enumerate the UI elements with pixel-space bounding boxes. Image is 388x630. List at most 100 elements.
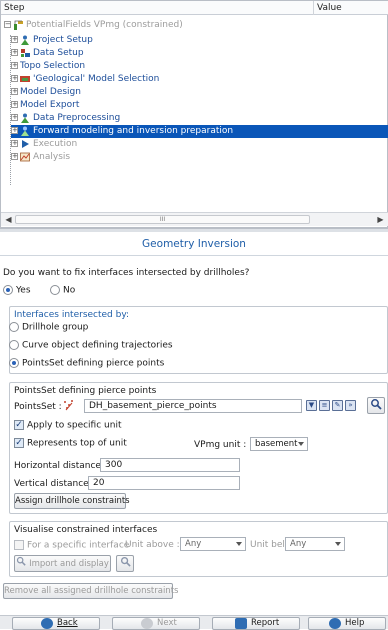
workflow-tree[interactable]: Step Value − PotentialFields VPmg (const…	[0, 0, 388, 228]
tree-item-label: Execution	[33, 139, 78, 149]
tree-root[interactable]: − PotentialFields VPmg (constrained)	[4, 19, 183, 32]
vpmg-unit-value: basement	[255, 439, 298, 449]
next-button[interactable]: Next	[112, 617, 200, 630]
next-arrow-icon	[141, 618, 153, 629]
scroll-thumb-grip: III	[159, 216, 166, 223]
unit-above-label: Unit above :	[125, 540, 180, 550]
help-button[interactable]: Help	[308, 617, 386, 630]
unit-below-value: Any	[290, 539, 307, 549]
specific-interface-checkbox[interactable]: For a specific interface	[14, 540, 129, 551]
tree-root-label: PotentialFields VPmg (constrained)	[26, 20, 183, 30]
pointsset-field[interactable]: DH_basement_pierce_points	[84, 399, 302, 413]
horizontal-distance-field[interactable]: 300	[100, 458, 240, 472]
checkbox-checked-icon: ✓	[14, 438, 24, 448]
top-label: Represents top of unit	[27, 438, 127, 449]
scroll-thumb[interactable]: III	[15, 215, 310, 224]
tree-item-analysis[interactable]: + Analysis	[11, 151, 70, 164]
title-divider	[0, 255, 388, 256]
assign-constraints-button[interactable]: Assign drillhole constraints	[14, 493, 130, 509]
expand-icon[interactable]: +	[11, 127, 18, 134]
fix-interfaces-question: Do you want to fix interfaces intersecte…	[3, 268, 250, 278]
next-label: Next	[157, 618, 177, 628]
tree-item-label: Project Setup	[33, 35, 93, 45]
step-column-header[interactable]: Step	[4, 3, 25, 13]
more-icon[interactable]: »	[345, 400, 356, 411]
list-icon[interactable]: ≡	[319, 400, 330, 411]
expand-icon[interactable]: +	[11, 114, 18, 121]
no-radio[interactable]: No	[50, 285, 75, 296]
represents-top-checkbox[interactable]: ✓ Represents top of unit	[14, 438, 127, 449]
tree-item-model-design[interactable]: + Model Design	[11, 86, 81, 99]
expand-icon[interactable]: +	[11, 101, 18, 108]
tree-item-label: Data Preprocessing	[33, 113, 121, 123]
radio-selected-icon	[3, 285, 13, 295]
checkbox-unchecked-icon	[14, 540, 24, 550]
scroll-left-icon[interactable]: ◀	[3, 214, 14, 225]
option-drillhole-group[interactable]: Drillhole group	[9, 322, 88, 333]
report-label: Report	[251, 618, 280, 628]
value-column-header[interactable]: Value	[317, 3, 342, 13]
tree-item-topo-selection[interactable]: + Topo Selection	[11, 60, 85, 73]
remove-constraints-button[interactable]: Remove all assigned drillhole constraint…	[3, 583, 178, 599]
unit-below-select[interactable]: Any	[285, 537, 345, 551]
back-label: Back	[57, 618, 78, 628]
option-pointsset[interactable]: PointsSet defining pierce points	[9, 358, 164, 369]
tree-item-model-export[interactable]: + Model Export	[11, 99, 79, 112]
visualise-pick-button[interactable]	[116, 555, 134, 572]
tree-item-label: Topo Selection	[20, 61, 86, 71]
radio-unselected-icon	[9, 322, 19, 332]
expand-icon[interactable]: +	[11, 153, 18, 160]
column-separator[interactable]	[313, 1, 314, 15]
tree-item-forward-modeling[interactable]: + Forward modeling and inversion prepara…	[11, 125, 388, 138]
import-label: Import and display	[29, 559, 109, 569]
option-label: Drillhole group	[22, 322, 89, 333]
tree-item-data-setup[interactable]: + Data Setup	[11, 47, 84, 60]
report-button[interactable]: Report	[212, 617, 300, 630]
chevron-down-icon	[335, 542, 341, 546]
horizontal-distance-label: Horizontal distance :	[14, 461, 107, 471]
filter-icon[interactable]: ▼	[306, 400, 317, 411]
help-label: Help	[345, 618, 365, 628]
pointsset-tool-buttons: ▼ ≡ ✎ »	[306, 400, 364, 412]
yes-radio[interactable]: Yes	[3, 285, 31, 296]
radio-unselected-icon	[50, 285, 60, 295]
expand-icon[interactable]: +	[11, 75, 18, 82]
analysis-icon	[20, 152, 31, 162]
tree-item-execution[interactable]: + Execution	[11, 138, 77, 151]
vertical-distance-field[interactable]: 20	[88, 476, 240, 490]
pick-object-button[interactable]	[367, 397, 385, 414]
tree-item-label: Forward modeling and inversion preparati…	[33, 126, 234, 136]
panel-splitter[interactable]	[0, 228, 388, 232]
apply-to-unit-checkbox[interactable]: ✓ Apply to specific unit	[14, 420, 121, 431]
yes-label: Yes	[16, 285, 31, 296]
pointsset-label: PointsSet :	[14, 402, 62, 412]
radio-selected-icon	[9, 358, 19, 368]
option-curve-object[interactable]: Curve object defining trajectories	[9, 340, 173, 351]
visualise-group-title: Visualise constrained interfaces	[14, 525, 158, 535]
horizontal-scrollbar[interactable]: ◀ III ▶	[1, 212, 388, 226]
scroll-right-icon[interactable]: ▶	[375, 214, 386, 225]
expand-icon[interactable]: +	[11, 88, 18, 95]
person-icon	[20, 126, 31, 136]
expand-icon[interactable]: +	[11, 140, 18, 147]
expand-icon[interactable]: +	[11, 49, 18, 56]
pointsset-object-icon	[62, 399, 76, 411]
back-button[interactable]: Back	[12, 617, 100, 630]
help-icon	[329, 618, 341, 629]
edit-icon[interactable]: ✎	[332, 400, 343, 411]
tree-item-project-setup[interactable]: + Project Setup	[11, 34, 93, 47]
collapse-icon[interactable]: −	[4, 21, 11, 28]
tree-item-geological-model-selection[interactable]: + 'Geological' Model Selection	[11, 73, 159, 86]
vpmg-unit-label: VPmg unit :	[194, 440, 247, 450]
option-label: Curve object defining trajectories	[22, 340, 173, 351]
chevron-down-icon	[298, 442, 304, 446]
import-display-button[interactable]: Import and display	[14, 555, 111, 572]
magnifier-icon	[120, 556, 131, 570]
expand-icon[interactable]: +	[11, 62, 18, 69]
chevron-down-icon	[236, 542, 242, 546]
tree-item-data-preprocessing[interactable]: + Data Preprocessing	[11, 112, 120, 125]
vpmg-unit-select[interactable]: basement	[250, 437, 308, 451]
model-icon	[20, 74, 31, 84]
unit-above-select[interactable]: Any	[180, 537, 246, 551]
expand-icon[interactable]: +	[11, 36, 18, 43]
